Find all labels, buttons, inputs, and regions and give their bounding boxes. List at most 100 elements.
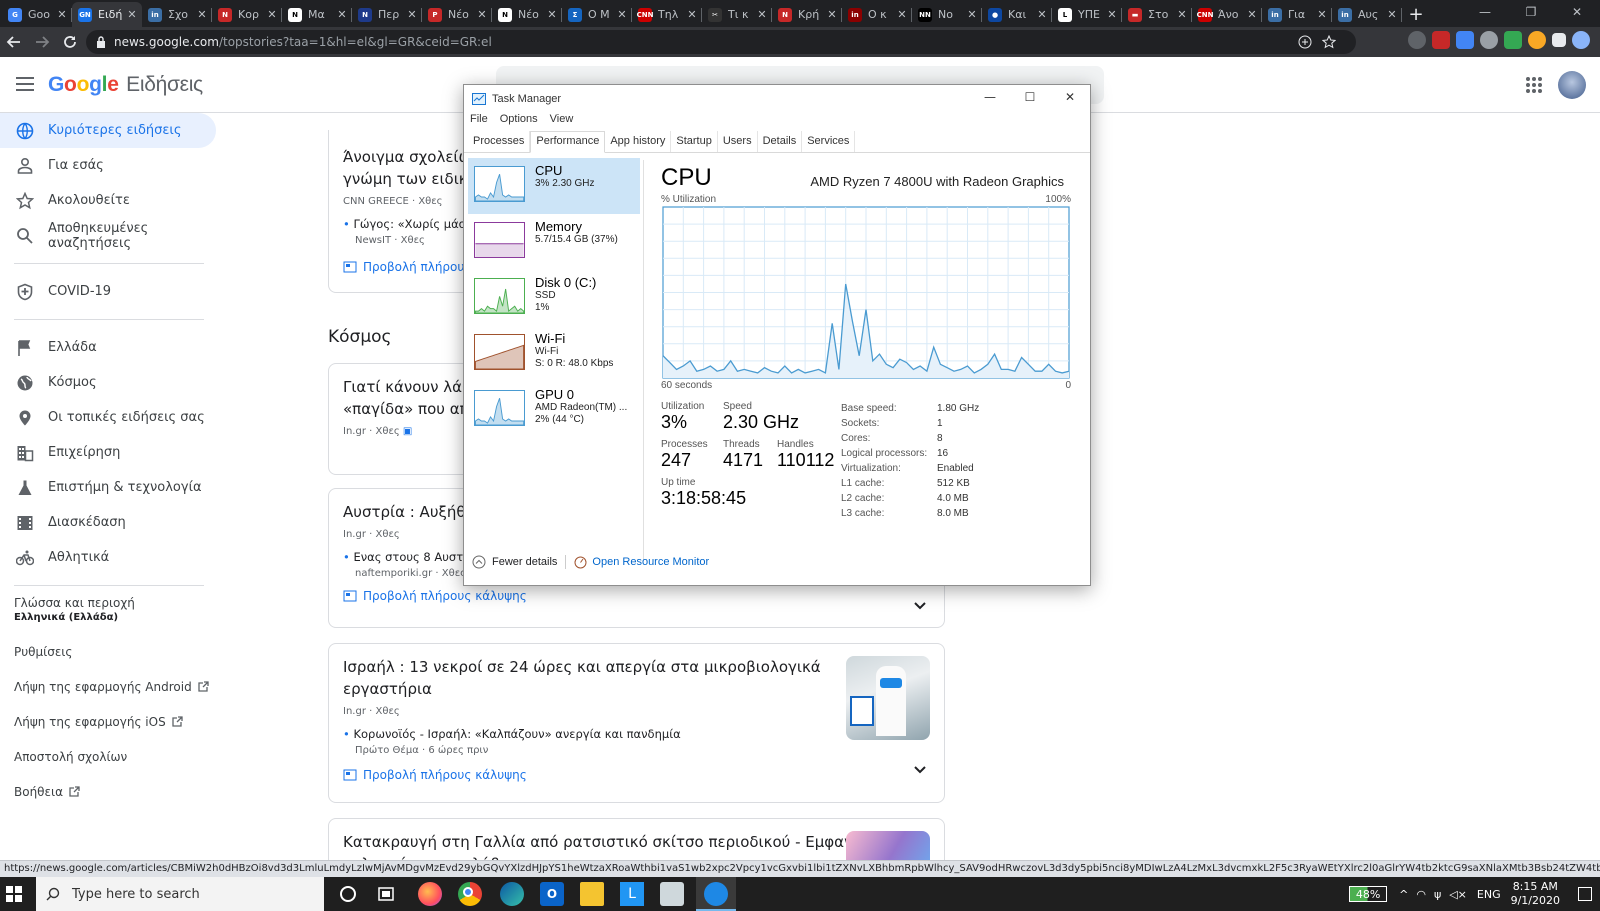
resource-item[interactable]: Disk 0 (C:) SSD 1%	[468, 270, 640, 326]
taskbar-search-box[interactable]: Type here to search	[36, 877, 324, 911]
resource-item[interactable]: CPU 3% 2.30 GHz	[468, 158, 640, 214]
forward-button[interactable]	[28, 28, 56, 56]
full-coverage-link[interactable]: Προβολή πλήρους κάλυψης	[343, 589, 930, 603]
tab-performance[interactable]: Performance	[530, 131, 606, 153]
sidebar-item[interactable]: Αποθηκευμένες αναζητήσεις	[0, 218, 218, 253]
close-icon[interactable]: ✕	[1050, 85, 1090, 109]
browser-tab[interactable]: L ΥΠΕ ✕	[1052, 2, 1122, 27]
chevron-up-icon[interactable]: ^	[1399, 888, 1408, 901]
reload-button[interactable]	[56, 28, 84, 56]
full-coverage-link[interactable]: Προβολή πλήρους κάλυψης	[343, 768, 815, 782]
tab-close-icon[interactable]: ✕	[896, 8, 908, 21]
windows-start-icon[interactable]	[6, 886, 22, 902]
sidebar-item[interactable]: Επιχείρηση	[0, 435, 218, 470]
app-icon[interactable]: L	[620, 882, 644, 906]
story-title[interactable]: Ισραήλ : 13 νεκροί σε 24 ώρες και απεργί…	[343, 656, 821, 678]
sidebar-link[interactable]: Αποστολή σχολίων	[0, 739, 218, 774]
tab-close-icon[interactable]: ✕	[616, 8, 628, 21]
tab-details[interactable]: Details	[758, 131, 803, 152]
full-coverage-icon[interactable]: ▣	[403, 426, 412, 437]
extension-icon[interactable]	[1480, 31, 1498, 49]
tab-close-icon[interactable]: ✕	[406, 8, 418, 21]
sidebar-item[interactable]: Για εσάς	[0, 148, 218, 183]
browser-tab[interactable]: Σ Ο Μ ✕	[562, 2, 632, 27]
restore-icon[interactable]: ❐	[1508, 0, 1554, 24]
task-manager-taskbar-icon[interactable]	[696, 877, 736, 911]
extension-icon[interactable]	[1504, 31, 1522, 49]
language-indicator[interactable]: ENG	[1477, 888, 1501, 901]
close-window-icon[interactable]: ✕	[1554, 0, 1600, 24]
menu-item[interactable]: File	[470, 113, 488, 131]
tab-close-icon[interactable]: ✕	[336, 8, 348, 21]
tab-close-icon[interactable]: ✕	[1176, 8, 1188, 21]
tab-close-icon[interactable]: ✕	[1316, 8, 1328, 21]
tab-close-icon[interactable]: ✕	[56, 8, 68, 21]
tab-close-icon[interactable]: ✕	[476, 8, 488, 21]
tab-close-icon[interactable]: ✕	[546, 8, 558, 21]
hamburger-menu-icon[interactable]	[16, 76, 34, 92]
browser-tab[interactable]: N Κρή ✕	[772, 2, 842, 27]
user-avatar[interactable]	[1558, 71, 1586, 99]
sidebar-link[interactable]: Βοήθεια	[0, 774, 218, 809]
tab-processes[interactable]: Processes	[468, 131, 531, 152]
app-icon[interactable]	[660, 882, 684, 906]
browser-tab[interactable]: P Νέο ✕	[422, 2, 492, 27]
sidebar-item[interactable]: Διασκέδαση	[0, 505, 218, 540]
apps-grid-icon[interactable]	[1526, 77, 1542, 93]
extension-icon[interactable]	[1432, 31, 1450, 49]
sidebar-link[interactable]: Λήψη της εφαρμογής iOS	[0, 704, 218, 739]
browser-tab[interactable]: in Σχο ✕	[142, 2, 212, 27]
browser-tab[interactable]: ▬ Στο ✕	[1122, 2, 1192, 27]
fewer-details-button[interactable]: Fewer details	[472, 555, 557, 569]
related-story[interactable]: • Κορωνοϊός - Ισραήλ: «Καλπάζουν» ανεργί…	[343, 727, 815, 741]
tab-close-icon[interactable]: ✕	[1036, 8, 1048, 21]
browser-tab[interactable]: in Αυς ✕	[1332, 2, 1402, 27]
language-region-setting[interactable]: Γλώσσα και περιοχή Ελληνικά (Ελλάδα)	[0, 596, 218, 634]
resource-item[interactable]: Wi-Fi Wi-Fi S: 0 R: 48.0 Kbps	[468, 326, 640, 382]
browser-tab[interactable]: ✂ Τι κ ✕	[702, 2, 772, 27]
section-title-world[interactable]: Κόσμος	[328, 327, 392, 347]
browser-tab[interactable]: in Ο κ ✕	[842, 2, 912, 27]
add-icon[interactable]	[1298, 35, 1312, 49]
maximize-icon[interactable]: ☐	[1010, 85, 1050, 109]
system-clock[interactable]: 8:15 AM 9/1/2020	[1511, 880, 1560, 908]
sidebar-item[interactable]: Κυριότερες ειδήσεις	[0, 113, 216, 148]
browser-tab[interactable]: N Νέο ✕	[492, 2, 562, 27]
tab-close-icon[interactable]: ✕	[266, 8, 278, 21]
story-title[interactable]: Κατακραυγή στη Γαλλία από ρατσιστικό σκί…	[343, 831, 874, 853]
sidebar-item[interactable]: Ακολουθείτε	[0, 183, 218, 218]
chrome-icon[interactable]	[458, 882, 482, 906]
sidebar-item[interactable]: Κόσμος	[0, 365, 218, 400]
resource-item[interactable]: GPU 0 AMD Radeon(TM) ... 2% (44 °C)	[468, 382, 640, 438]
open-resource-monitor-link[interactable]: Open Resource Monitor	[574, 556, 709, 569]
tab-services[interactable]: Services	[802, 131, 856, 152]
firefox-icon[interactable]	[418, 882, 442, 906]
extension-icon[interactable]	[1528, 31, 1546, 49]
minimize-icon[interactable]: —	[1462, 0, 1508, 24]
volume-icon[interactable]: ◁×	[1449, 888, 1467, 901]
puzzle-icon[interactable]	[1552, 33, 1566, 47]
gnews-logo[interactable]: Google Ειδήσεις	[48, 73, 203, 97]
file-explorer-icon[interactable]	[580, 882, 604, 906]
story-title-line2[interactable]: εργαστήρια	[343, 678, 815, 700]
bookmark-star-icon[interactable]	[1322, 35, 1336, 49]
sidebar-item[interactable]: Οι τοπικές ειδήσεις σας	[0, 400, 218, 435]
browser-tab[interactable]: in Για ✕	[1262, 2, 1332, 27]
expand-chevron-icon[interactable]	[914, 766, 926, 774]
battery-indicator[interactable]: 48%	[1349, 886, 1388, 902]
browser-tab[interactable]: CNN Τηλ ✕	[632, 2, 702, 27]
browser-tab[interactable]: N Κορ ✕	[212, 2, 282, 27]
tab-close-icon[interactable]: ✕	[1386, 8, 1398, 21]
profile-avatar[interactable]	[1572, 31, 1590, 49]
tab-users[interactable]: Users	[718, 131, 758, 152]
tab-close-icon[interactable]: ✕	[826, 8, 838, 21]
notifications-icon[interactable]	[1578, 887, 1592, 901]
story-thumbnail[interactable]	[846, 656, 930, 740]
browser-tab[interactable]: N Περ ✕	[352, 2, 422, 27]
tab-close-icon[interactable]: ✕	[686, 8, 698, 21]
tab-close-icon[interactable]: ✕	[966, 8, 978, 21]
translate-icon[interactable]	[1456, 31, 1474, 49]
minimize-icon[interactable]: —	[970, 85, 1010, 109]
sidebar-item[interactable]: Ελλάδα	[0, 330, 218, 365]
story-card[interactable]: Ισραήλ : 13 νεκροί σε 24 ώρες και απεργί…	[328, 643, 945, 803]
